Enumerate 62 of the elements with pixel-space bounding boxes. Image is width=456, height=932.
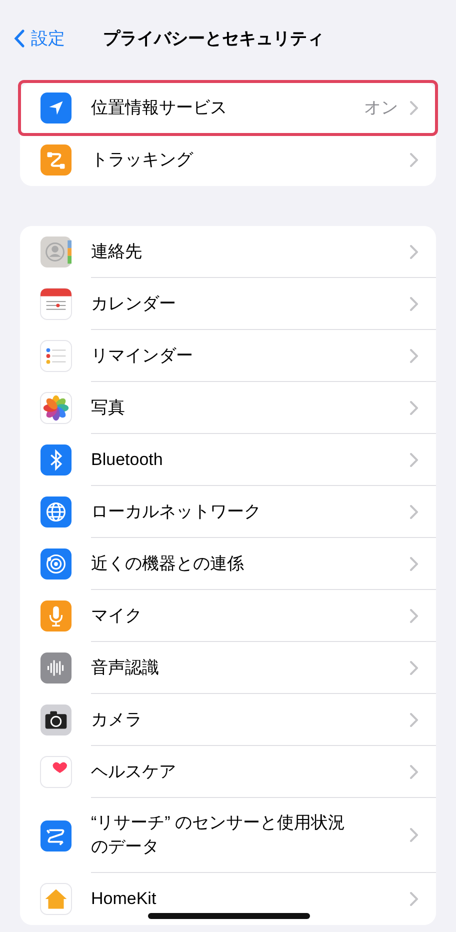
row-label: 写真 [91, 396, 125, 418]
chevron-icon [410, 712, 418, 726]
row-label: リマインダー [91, 344, 193, 366]
row-label: カメラ [91, 708, 142, 730]
bluetooth-icon [40, 444, 72, 476]
chevron-icon [410, 400, 418, 414]
orbit-icon [40, 548, 72, 580]
chevron-icon [410, 348, 418, 362]
chevron-icon [410, 764, 418, 778]
settings-row[interactable]: 位置情報サービス オン [20, 82, 436, 134]
row-label: カレンダー [91, 292, 176, 314]
settings-row[interactable]: ヘルスケア [20, 746, 436, 798]
settings-row[interactable]: 写真 [20, 382, 436, 434]
row-label: Bluetooth [91, 448, 163, 470]
settings-row[interactable]: 近くの機器との連係 [20, 538, 436, 590]
row-label: トラッキング [91, 149, 193, 171]
row-label: HomeKit [91, 888, 156, 910]
back-button[interactable]: 設定 [12, 22, 67, 54]
settings-row[interactable]: トラッキング [20, 134, 436, 186]
chevron-icon [410, 153, 418, 167]
chevron-icon [410, 892, 418, 906]
settings-row[interactable]: Bluetooth [20, 434, 436, 486]
chevron-icon [410, 100, 418, 114]
settings-row[interactable]: カメラ [20, 694, 436, 746]
microphone-icon [40, 600, 72, 632]
chevron-icon [410, 608, 418, 622]
chevron-icon [410, 556, 418, 570]
settings-row[interactable]: 連絡先 [20, 226, 436, 278]
page-title: プライバシーとセキュリティ [103, 28, 324, 50]
list-icon [40, 340, 72, 372]
settings-row[interactable]: ローカルネットワーク [20, 486, 436, 538]
chevron-icon [410, 452, 418, 466]
contact-icon [40, 236, 72, 268]
waveform-icon [40, 652, 72, 684]
chevron-icon [410, 504, 418, 518]
flower-icon [40, 392, 72, 424]
row-label: ヘルスケア [91, 760, 176, 782]
arrows-icon [40, 820, 72, 852]
settings-row[interactable]: 音声認識 [20, 642, 436, 694]
settings-row[interactable]: リマインダー [20, 330, 436, 382]
row-label: ローカルネットワーク [91, 500, 261, 522]
row-label: 近くの機器との連係 [91, 552, 244, 574]
row-value: オン [364, 97, 398, 119]
settings-row[interactable]: マイク [20, 590, 436, 642]
chevron-icon [410, 828, 418, 842]
chevron-icon [410, 660, 418, 674]
settings-row[interactable]: “リサーチ” のセンサーと使用状況のデータ [20, 798, 436, 873]
chevron-icon [410, 296, 418, 310]
tracking-icon [40, 144, 72, 176]
calendar-icon [40, 288, 72, 320]
row-label: 位置情報サービス [91, 96, 227, 118]
location-icon [40, 92, 72, 124]
row-label: “リサーチ” のセンサーと使用状況のデータ [91, 812, 346, 858]
house-icon [40, 883, 72, 915]
settings-row[interactable]: カレンダー [20, 278, 436, 330]
row-label: マイク [91, 604, 142, 626]
row-label: 音声認識 [91, 656, 159, 678]
camera-icon [40, 704, 72, 736]
globe-icon [40, 496, 72, 528]
chevron-icon [410, 244, 418, 258]
back-chevron-icon [14, 28, 25, 48]
row-label: 連絡先 [91, 240, 142, 262]
